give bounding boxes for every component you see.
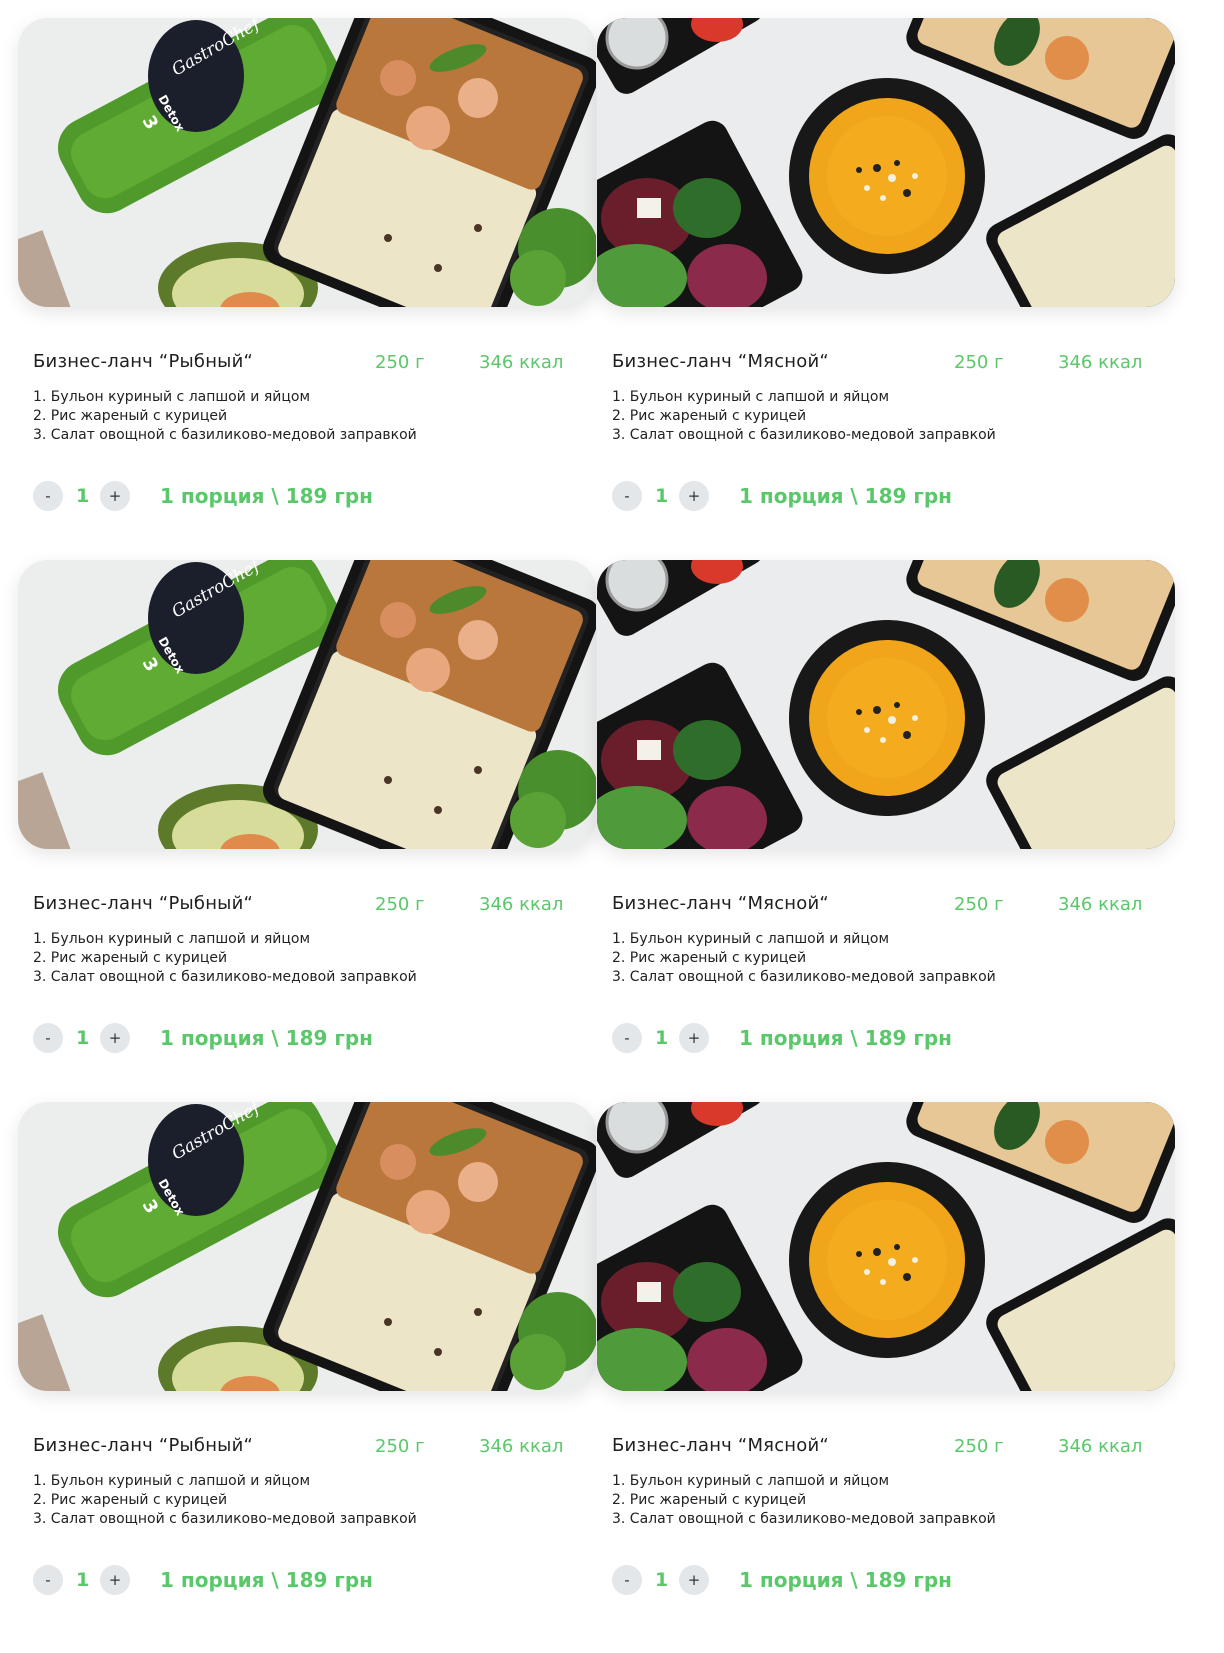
lunch-menu-item: 3. Салат овощной с базиликово-медовой за… (33, 427, 417, 443)
lunch-photo (597, 1102, 1175, 1391)
lunch-menu-item: 1. Бульон куриный с лапшой и яйцом (612, 931, 890, 947)
lunch-menu-item: 3. Салат овощной с базиликово-медовой за… (33, 969, 417, 985)
lunch-photo: GastroChef Detox 3 (18, 560, 596, 849)
lunch-menu-list: 1. Бульон куриный с лапшой и яйцом 2. Рис… (612, 388, 996, 445)
lunch-photo-image: GastroChef Detox 3 (18, 560, 596, 849)
quantity-stepper: -1 +1 порция \ 189 грн (612, 1023, 1172, 1055)
lunch-calories: 346 ккал (479, 352, 564, 373)
increase-quantity-button[interactable]: + (679, 1565, 709, 1595)
lunch-photo-image: GastroChef Detox 3 (18, 1102, 596, 1391)
lunch-menu-item: 3. Салат овощной с базиликово-медовой за… (612, 969, 996, 985)
lunch-menu-item: 1. Бульон куриный с лапшой и яйцом (33, 389, 311, 405)
quantity-value: 1 (655, 1027, 669, 1049)
increase-quantity-button[interactable]: + (679, 1023, 709, 1053)
quantity-stepper: -1 +1 порция \ 189 грн (33, 1565, 593, 1597)
lunch-calories: 346 ккал (1058, 1436, 1143, 1457)
lunch-menu-item: 2. Рис жареный с курицей (33, 408, 228, 424)
lunch-menu-item: 1. Бульон куриный с лапшой и яйцом (612, 389, 890, 405)
lunch-menu-item: 1. Бульон куриный с лапшой и яйцом (612, 1473, 890, 1489)
decrease-quantity-button[interactable]: - (33, 481, 63, 511)
lunch-weight: 250 г (375, 894, 425, 915)
lunch-card: GastroChef Detox 3 Бизнес-ланч “Рыбный“ 2… (18, 560, 596, 1100)
lunch-calories: 346 ккал (479, 894, 564, 915)
lunch-title: Бизнес-ланч “Мясной“ (612, 1435, 829, 1456)
lunch-menu-list: 1. Бульон куриный с лапшой и яйцом 2. Рис… (33, 1472, 417, 1529)
lunch-menu-item: 2. Рис жареный с курицей (612, 1492, 807, 1508)
decrease-quantity-button[interactable]: - (33, 1023, 63, 1053)
increase-quantity-button[interactable]: + (100, 481, 130, 511)
lunch-calories: 346 ккал (1058, 352, 1143, 373)
portion-price: 1 порция \ 189 грн (739, 1026, 952, 1050)
lunch-photo-image (597, 18, 1175, 307)
lunch-title: Бизнес-ланч “Рыбный“ (33, 351, 254, 372)
decrease-quantity-button[interactable]: - (612, 481, 642, 511)
lunch-menu-item: 3. Салат овощной с базиликово-медовой за… (612, 1511, 996, 1527)
lunch-photo: GastroChef Detox 3 (18, 1102, 596, 1391)
portion-price: 1 порция \ 189 грн (160, 1568, 373, 1592)
portion-price: 1 порция \ 189 грн (160, 1026, 373, 1050)
lunch-title: Бизнес-ланч “Мясной“ (612, 351, 829, 372)
quantity-stepper: -1 +1 порция \ 189 грн (33, 1023, 593, 1055)
lunch-photo (597, 560, 1175, 849)
lunch-photo-image (597, 560, 1175, 849)
portion-price: 1 порция \ 189 грн (739, 1568, 952, 1592)
lunch-menu-item: 3. Салат овощной с базиликово-медовой за… (612, 427, 996, 443)
lunch-title: Бизнес-ланч “Рыбный“ (33, 893, 254, 914)
quantity-value: 1 (76, 1027, 90, 1049)
lunch-calories: 346 ккал (479, 1436, 564, 1457)
lunch-calories: 346 ккал (1058, 894, 1143, 915)
lunch-photo: GastroChef Detox 3 (18, 18, 596, 307)
lunch-card: Бизнес-ланч “Мясной“ 250 г 346 ккал 1. Буль… (597, 560, 1175, 1100)
decrease-quantity-button[interactable]: - (33, 1565, 63, 1595)
lunch-photo-image: GastroChef Detox 3 (18, 18, 596, 307)
lunch-weight: 250 г (375, 352, 425, 373)
lunch-photo (597, 18, 1175, 307)
lunch-menu-list: 1. Бульон куриный с лапшой и яйцом 2. Рис… (33, 930, 417, 987)
quantity-stepper: -1 +1 порция \ 189 грн (33, 481, 593, 513)
quantity-value: 1 (76, 1569, 90, 1591)
lunch-menu-list: 1. Бульон куриный с лапшой и яйцом 2. Рис… (612, 930, 996, 987)
decrease-quantity-button[interactable]: - (612, 1023, 642, 1053)
lunch-title: Бизнес-ланч “Рыбный“ (33, 1435, 254, 1456)
lunch-menu-item: 3. Салат овощной с базиликово-медовой за… (33, 1511, 417, 1527)
lunch-weight: 250 г (954, 894, 1004, 915)
increase-quantity-button[interactable]: + (100, 1565, 130, 1595)
lunch-photo-image (597, 1102, 1175, 1391)
quantity-stepper: -1 +1 порция \ 189 грн (612, 1565, 1172, 1597)
lunch-weight: 250 г (954, 352, 1004, 373)
lunch-menu-item: 2. Рис жареный с курицей (612, 408, 807, 424)
lunch-menu-item: 2. Рис жареный с курицей (33, 1492, 228, 1508)
decrease-quantity-button[interactable]: - (612, 1565, 642, 1595)
lunch-menu-item: 1. Бульон куриный с лапшой и яйцом (33, 931, 311, 947)
portion-price: 1 порция \ 189 грн (739, 484, 952, 508)
lunch-menu-list: 1. Бульон куриный с лапшой и яйцом 2. Рис… (33, 388, 417, 445)
lunch-card: Бизнес-ланч “Мясной“ 250 г 346 ккал 1. Буль… (597, 1102, 1175, 1642)
lunch-card: GastroChef Detox 3 Бизнес-ланч “Рыбный“ 2… (18, 18, 596, 558)
lunch-card: GastroChef Detox 3 Бизнес-ланч “Рыбный“ 2… (18, 1102, 596, 1642)
lunch-menu-list: 1. Бульон куриный с лапшой и яйцом 2. Рис… (612, 1472, 996, 1529)
quantity-value: 1 (76, 485, 90, 507)
quantity-stepper: -1 +1 порция \ 189 грн (612, 481, 1172, 513)
lunch-title: Бизнес-ланч “Мясной“ (612, 893, 829, 914)
increase-quantity-button[interactable]: + (679, 481, 709, 511)
lunch-weight: 250 г (375, 1436, 425, 1457)
increase-quantity-button[interactable]: + (100, 1023, 130, 1053)
lunch-menu-item: 2. Рис жареный с курицей (612, 950, 807, 966)
lunch-menu-item: 1. Бульон куриный с лапшой и яйцом (33, 1473, 311, 1489)
quantity-value: 1 (655, 485, 669, 507)
lunch-weight: 250 г (954, 1436, 1004, 1457)
portion-price: 1 порция \ 189 грн (160, 484, 373, 508)
lunch-card: Бизнес-ланч “Мясной“ 250 г 346 ккал 1. Буль… (597, 18, 1175, 558)
quantity-value: 1 (655, 1569, 669, 1591)
lunch-menu-item: 2. Рис жареный с курицей (33, 950, 228, 966)
